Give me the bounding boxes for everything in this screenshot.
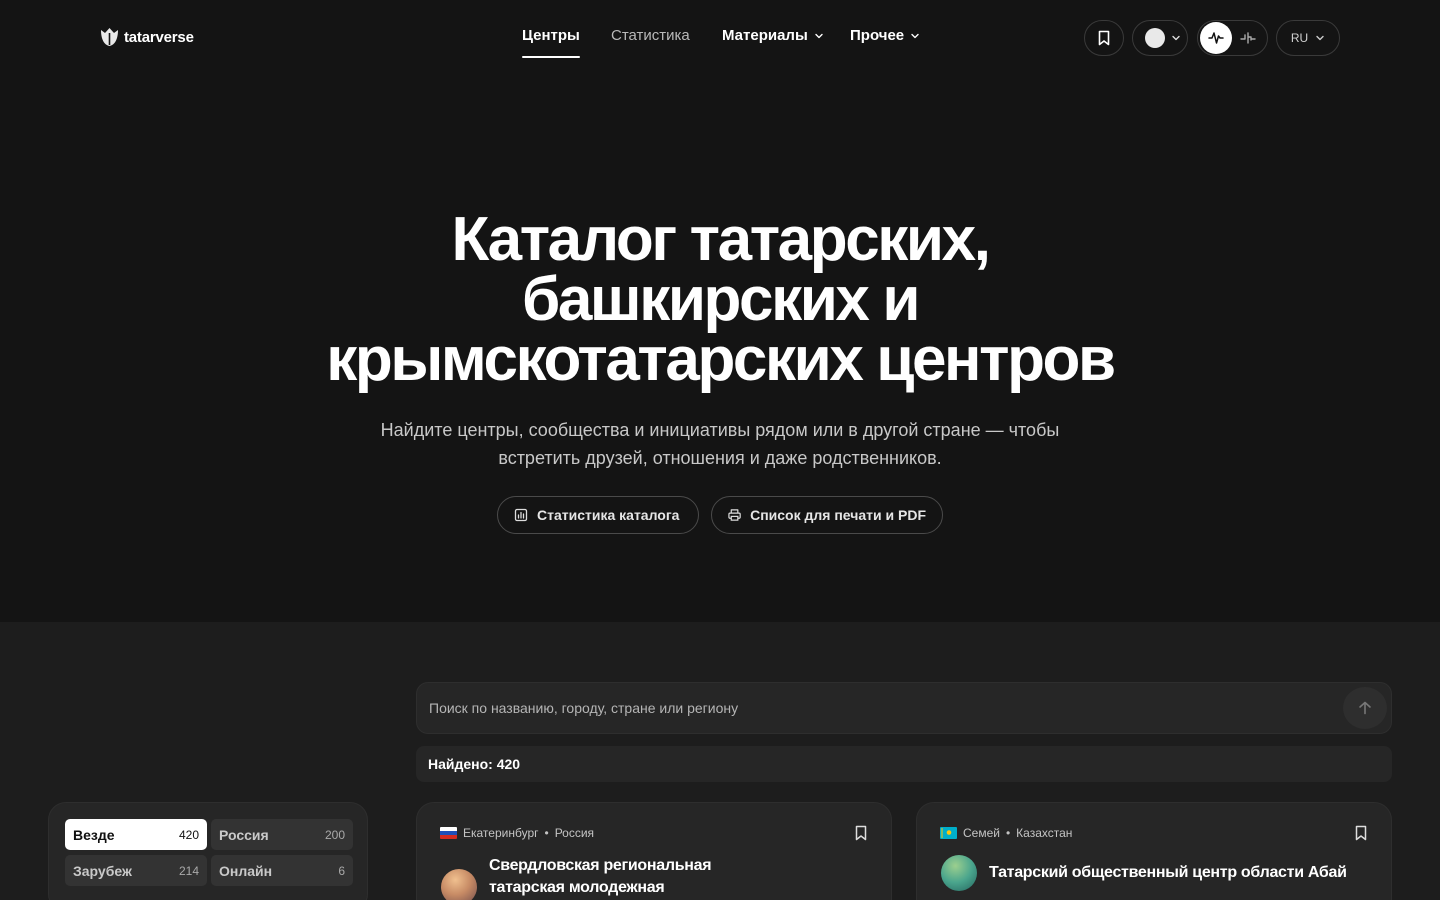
nav-item-label: Прочее xyxy=(850,27,905,44)
center-avatar xyxy=(941,855,977,891)
theme-dot-icon xyxy=(1145,28,1165,48)
language-select[interactable]: RU xyxy=(1276,20,1340,56)
nav-item-label: Статистика xyxy=(611,27,690,44)
center-avatar xyxy=(441,869,477,900)
filter-label: Зарубеж xyxy=(73,862,132,879)
page-subtitle: Найдите центры, сообщества и инициативы … xyxy=(340,416,1100,472)
saved-bookmarks-button[interactable] xyxy=(1084,20,1124,56)
search-bar xyxy=(416,682,1392,734)
filter-russia[interactable]: Россия 200 xyxy=(211,819,353,850)
search-input[interactable] xyxy=(417,683,1337,733)
bookmark-icon xyxy=(1355,825,1367,841)
card-location: Екатеринбург • Россия xyxy=(440,826,594,840)
russia-flag-icon xyxy=(440,827,457,839)
card-country: Россия xyxy=(554,826,595,840)
nav-item-statistics[interactable]: Статистика xyxy=(611,27,690,44)
chevron-down-icon xyxy=(911,33,919,38)
nav-item-label: Центры xyxy=(522,27,580,44)
chevron-down-icon xyxy=(1172,35,1180,41)
title-line: башкирских и xyxy=(521,265,921,334)
tulip-icon xyxy=(101,28,118,46)
language-label: RU xyxy=(1290,31,1309,45)
motion-on-option[interactable] xyxy=(1200,22,1232,54)
kazakhstan-flag-icon xyxy=(940,827,957,839)
brand-name: tatarverse xyxy=(124,28,194,46)
motion-toggle[interactable] xyxy=(1197,20,1268,56)
results-count-text: Найдено: 420 xyxy=(428,756,521,772)
catalog-section: Найдено: 420 Везде 420 Россия 200 Зарубе… xyxy=(0,622,1440,900)
filter-label: Россия xyxy=(219,826,269,843)
filter-abroad[interactable]: Зарубеж 214 xyxy=(65,855,207,886)
filter-count: 6 xyxy=(338,863,345,878)
separator-dot: • xyxy=(544,826,549,840)
filter-count: 214 xyxy=(178,863,199,878)
motion-off-option[interactable] xyxy=(1232,22,1264,54)
nav-item-materials[interactable]: Материалы xyxy=(722,27,824,44)
nav-item-label: Материалы xyxy=(722,27,808,44)
subtitle-line: Найдите центры, сообщества и инициативы … xyxy=(380,420,1060,440)
arrow-up-icon xyxy=(1359,701,1371,715)
filter-count: 420 xyxy=(178,827,199,842)
brand-logo[interactable]: tatarverse xyxy=(100,27,194,47)
card-location: Семей • Казахстан xyxy=(940,826,1072,840)
print-pdf-button[interactable]: Список для печати и PDF xyxy=(711,496,943,534)
title-line: крымскотатарских центров xyxy=(326,325,1116,394)
page-title: Каталог татарских, башкирских и крымскот… xyxy=(220,209,1220,391)
bar-chart-icon xyxy=(514,508,528,522)
subtitle-line: встретить друзей, отношения и даже родст… xyxy=(498,448,942,468)
card-country: Казахстан xyxy=(1016,826,1073,840)
chevron-down-icon xyxy=(1316,35,1324,41)
filter-count: 200 xyxy=(324,827,345,842)
catalog-stats-button[interactable]: Статистика каталога xyxy=(497,496,699,534)
center-card[interactable]: Екатеринбург • Россия Свердловская регио… xyxy=(416,802,892,900)
search-submit-button[interactable] xyxy=(1343,687,1387,729)
separator-dot: • xyxy=(1005,826,1011,840)
waveform-icon xyxy=(1208,32,1224,44)
title-line: Каталог татарских, xyxy=(451,205,991,274)
hero-section: Каталог татарских, башкирских и крымскот… xyxy=(0,76,1440,622)
filter-label: Везде xyxy=(73,826,115,843)
results-count: Найдено: 420 xyxy=(416,746,1392,782)
card-title[interactable]: Татарский общественный центр области Аба… xyxy=(989,862,1379,884)
site-header: tatarverse Центры Статистика Материалы П… xyxy=(0,0,1440,76)
card-bookmark-button[interactable] xyxy=(1351,823,1371,843)
chevron-down-icon xyxy=(815,33,823,38)
filter-online[interactable]: Онлайн 6 xyxy=(211,855,353,886)
center-card[interactable]: Семей • Казахстан Татарский общественный… xyxy=(916,802,1392,900)
nav-item-centers[interactable]: Центры xyxy=(522,27,580,58)
filter-everywhere[interactable]: Везде 420 xyxy=(65,819,207,850)
region-filter-panel: Везде 420 Россия 200 Зарубеж 214 Онлайн … xyxy=(48,802,368,900)
card-bookmark-button[interactable] xyxy=(851,823,871,843)
filter-label: Онлайн xyxy=(219,862,273,879)
card-title[interactable]: Свердловская региональная татарская моло… xyxy=(489,855,749,899)
printer-icon xyxy=(728,509,741,521)
card-city: Екатеринбург xyxy=(463,826,539,840)
waveform-off-icon xyxy=(1240,32,1256,44)
print-pdf-label: Список для печати и PDF xyxy=(750,507,926,523)
card-city: Семей xyxy=(963,826,1000,840)
catalog-stats-label: Статистика каталога xyxy=(537,507,680,523)
theme-switcher-button[interactable] xyxy=(1132,20,1188,56)
bookmark-icon xyxy=(1098,30,1110,46)
bookmark-icon xyxy=(855,825,867,841)
nav-item-other[interactable]: Прочее xyxy=(850,27,920,44)
